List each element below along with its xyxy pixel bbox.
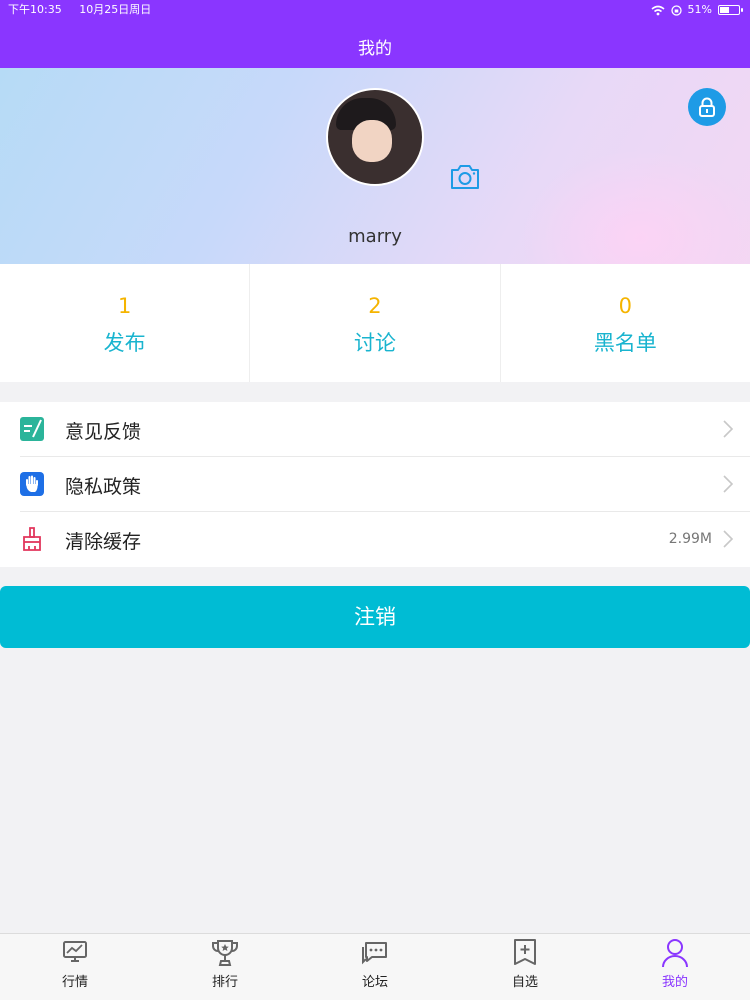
top-bar: 下午10:35 10月25日周日 51% 我的	[0, 0, 750, 68]
orientation-lock-icon	[670, 4, 682, 16]
battery-icon	[718, 5, 743, 15]
broom-icon	[23, 527, 41, 551]
tab-ranking-label: 排行	[211, 975, 238, 990]
menu-item-privacy[interactable]: 隐私政策	[0, 457, 750, 512]
logout-button[interactable]: 注销	[0, 586, 750, 648]
tab-bar: 行情 排行 论坛 自选 我的	[0, 933, 750, 1000]
tab-ranking[interactable]: 排行	[150, 934, 300, 1000]
status-time: 下午10:35	[8, 3, 62, 16]
tab-forum-label: 论坛	[361, 975, 388, 990]
chevron-right-icon	[723, 420, 734, 438]
wifi-icon	[651, 5, 665, 15]
camera-icon[interactable]	[449, 163, 481, 191]
chevron-right-icon	[723, 475, 734, 493]
stat-blacklist-count: 0	[618, 294, 632, 318]
monitor-chart-icon	[63, 941, 87, 962]
tab-forum[interactable]: 论坛	[300, 934, 450, 1000]
tab-mine[interactable]: 我的	[600, 934, 750, 1000]
stat-posts[interactable]: 1 发布	[0, 264, 251, 382]
avatar[interactable]	[326, 88, 424, 186]
page-title: 我的	[358, 39, 392, 59]
settings-menu: 意见反馈 隐私政策 清除缓存 2.99M	[0, 402, 750, 567]
stat-blacklist-label: 黑名单	[593, 331, 657, 355]
stat-discussions[interactable]: 2 讨论	[250, 264, 501, 382]
privacy-label: 隐私政策	[65, 476, 142, 498]
feedback-label: 意见反馈	[65, 421, 142, 443]
stat-blacklist[interactable]: 0 黑名单	[501, 264, 750, 382]
chevron-right-icon	[723, 530, 734, 548]
username: marry	[348, 226, 402, 247]
tab-market-label: 行情	[61, 975, 88, 990]
tab-watchlist-label: 自选	[511, 975, 538, 990]
hand-stop-icon	[20, 472, 44, 496]
tab-mine-label: 我的	[661, 975, 688, 990]
chat-bubbles-icon	[362, 942, 387, 965]
stat-posts-count: 1	[117, 294, 132, 318]
tab-market[interactable]: 行情	[0, 934, 150, 1000]
trophy-icon	[212, 940, 238, 966]
add-bookmark-icon	[514, 939, 536, 965]
lock-button[interactable]	[688, 88, 726, 126]
status-date: 10月25日周日	[79, 3, 152, 16]
feedback-icon	[20, 417, 44, 441]
menu-item-feedback[interactable]: 意见反馈	[0, 402, 750, 457]
tab-watchlist[interactable]: 自选	[450, 934, 600, 1000]
menu-item-clear-cache[interactable]: 清除缓存 2.99M	[0, 512, 750, 567]
person-icon	[662, 939, 688, 968]
profile-header: marry	[0, 68, 750, 264]
battery-percent: 51%	[687, 3, 712, 16]
stat-discussions-count: 2	[368, 294, 382, 318]
stat-discussions-label: 讨论	[353, 331, 396, 355]
lock-icon	[699, 97, 715, 117]
stats-row: 1 发布 2 讨论 0 黑名单	[0, 264, 750, 382]
status-bar: 下午10:35 10月25日周日 51%	[0, 0, 750, 20]
stat-posts-label: 发布	[103, 331, 146, 355]
cache-size: 2.99M	[668, 531, 712, 547]
clear-cache-label: 清除缓存	[65, 531, 142, 553]
